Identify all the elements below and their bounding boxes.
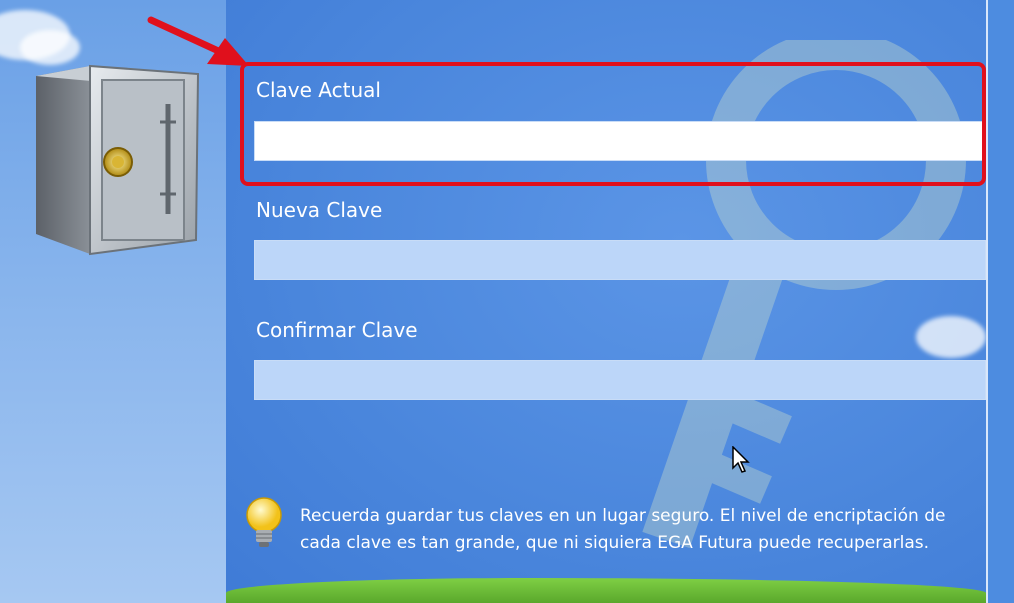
- cloud: [916, 316, 986, 358]
- lightbulb-icon: [246, 497, 282, 547]
- confirm-password-label: Confirmar Clave: [256, 318, 418, 342]
- highlight-box: [240, 62, 986, 186]
- new-password-input[interactable]: [254, 240, 986, 280]
- mouse-cursor-icon: [732, 446, 750, 473]
- new-password-label: Nueva Clave: [256, 198, 383, 222]
- confirm-password-input[interactable]: [254, 360, 986, 400]
- security-note: Recuerda guardar tus claves en un lugar …: [300, 506, 946, 553]
- right-scroll-edge: [986, 0, 1014, 603]
- safe-icon: [30, 64, 202, 256]
- arrow-annotation-icon: [147, 16, 249, 66]
- cloud: [20, 30, 80, 65]
